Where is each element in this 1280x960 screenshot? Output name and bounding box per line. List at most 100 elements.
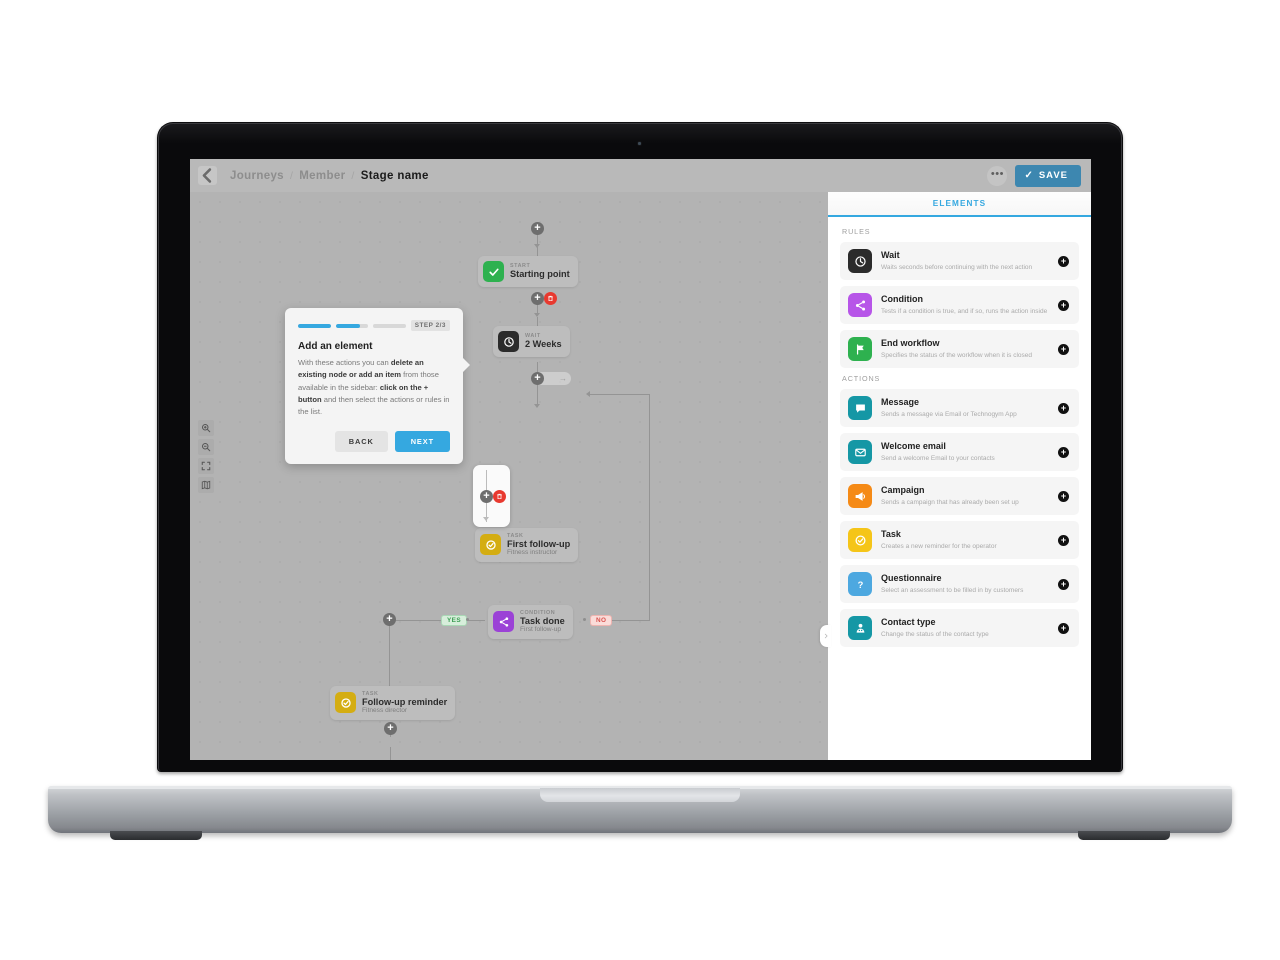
branch-label-no: NO	[590, 615, 613, 626]
breadcrumb-item-member[interactable]: Member	[299, 170, 345, 182]
next-button[interactable]: NEXT	[394, 431, 450, 453]
megaphone-icon	[848, 484, 872, 508]
zoom-in-icon	[202, 424, 211, 433]
element-title: Campaign	[881, 484, 925, 495]
element-title: Welcome email	[881, 440, 946, 451]
add-element-button[interactable]: +	[1058, 578, 1069, 590]
add-node-button[interactable]: +	[384, 722, 397, 735]
question-icon: ?	[848, 572, 872, 596]
workflow-canvas[interactable]: START Starting point WAIT 2 Weeks TASK F…	[190, 192, 828, 760]
node-title: First follow-up	[507, 539, 571, 550]
connector-yes-line	[389, 620, 485, 622]
app-screen: Journeys / Member / Stage name ••• ✓ SAV…	[190, 159, 1091, 760]
element-text: End workflow Specifies the status of the …	[881, 338, 1049, 360]
add-node-button[interactable]: +	[383, 613, 396, 626]
element-row-wait[interactable]: Wait Waits seconds before continuing with…	[840, 242, 1079, 280]
tooltip-actions: BACK NEXT	[298, 431, 450, 453]
element-text: Wait Waits seconds before continuing with…	[881, 250, 1049, 272]
chevron-left-icon	[202, 168, 212, 183]
node-title: Starting point	[510, 269, 570, 280]
element-description: Change the status of the contact type	[881, 630, 989, 638]
chevron-right-icon	[824, 633, 827, 639]
node-task-follow-up-reminder[interactable]: TASK Follow-up reminder Fitness director	[330, 686, 456, 720]
element-row-welcome-email[interactable]: Welcome email Send a welcome Email to you…	[840, 433, 1079, 471]
element-row-message[interactable]: Message Sends a message via Email or Tech…	[840, 389, 1079, 427]
laptop-mockup: Journeys / Member / Stage name ••• ✓ SAV…	[0, 0, 1280, 960]
zoom-out-icon	[202, 443, 211, 452]
step-badge: STEP 2/3	[410, 320, 450, 331]
delete-node-button[interactable]	[544, 292, 557, 305]
check-icon: ✓	[1024, 170, 1034, 181]
contact-type-icon	[848, 616, 872, 640]
add-element-button[interactable]: +	[1058, 622, 1069, 634]
element-row-end-workflow[interactable]: End workflow Specifies the status of the …	[840, 330, 1079, 368]
canvas-toolbar	[198, 420, 214, 493]
element-text: Welcome email Send a welcome Email to you…	[881, 441, 1049, 463]
check-icon	[483, 261, 504, 282]
condition-icon	[493, 611, 514, 633]
task-check-icon	[848, 528, 872, 552]
connector-arrow	[483, 517, 489, 521]
node-condition-task-done-1[interactable]: CONDITION Task done First follow-up	[488, 605, 573, 639]
minimap-icon	[201, 480, 211, 490]
element-text: Contact type Change the status of the con…	[881, 617, 1049, 639]
element-title: Message	[881, 396, 920, 407]
node-task-first-follow-up[interactable]: TASK First follow-up Fitness instructor	[475, 528, 579, 562]
element-description: Sends a message via Email or Technogym A…	[881, 410, 1017, 418]
element-row-task[interactable]: Task Creates a new reminder for the opera…	[840, 521, 1079, 559]
zoom-out-button[interactable]	[198, 439, 214, 455]
element-title: Wait	[881, 249, 900, 260]
tooltip-body: With these actions you can delete an exi…	[298, 358, 450, 417]
element-row-campaign[interactable]: Campaign Sends a campaign that has alread…	[840, 477, 1079, 515]
add-element-button[interactable]: +	[1058, 343, 1069, 355]
clock-icon	[848, 249, 872, 273]
element-title: Questionnaire	[881, 572, 942, 583]
add-element-button[interactable]: +	[1058, 299, 1069, 311]
more-options-button[interactable]: •••	[987, 165, 1008, 186]
element-title: Condition	[881, 293, 923, 304]
element-text: Message Sends a message via Email or Tech…	[881, 397, 1049, 419]
element-description: Creates a new reminder for the operator	[881, 542, 997, 550]
node-start[interactable]: START Starting point	[478, 256, 578, 287]
node-wait[interactable]: WAIT 2 Weeks	[493, 326, 570, 357]
add-element-button[interactable]: +	[1058, 534, 1069, 546]
back-button[interactable]: BACK	[334, 431, 388, 453]
add-element-button[interactable]: +	[1058, 255, 1069, 267]
breadcrumb-separator: /	[289, 169, 294, 182]
delete-node-button-highlighted[interactable]	[493, 490, 506, 503]
progress-segment-3	[373, 323, 406, 328]
add-node-button-highlighted[interactable]: +	[480, 490, 493, 503]
element-description: Send a welcome Email to your contacts	[881, 454, 995, 462]
zoom-in-button[interactable]	[198, 420, 214, 436]
flag-icon	[848, 337, 872, 361]
elements-panel: ELEMENTS RULES Wait Waits seconds before c…	[828, 192, 1091, 760]
envelope-icon	[848, 440, 872, 464]
element-text: Condition Tests if a condition is true, a…	[881, 294, 1049, 316]
node-title: 2 Weeks	[525, 339, 562, 350]
add-node-button[interactable]: +	[531, 372, 544, 385]
add-element-button[interactable]: +	[1058, 446, 1069, 458]
add-node-button[interactable]: +	[531, 222, 544, 235]
laptop-foot	[1078, 831, 1170, 840]
minimap-button[interactable]	[198, 477, 214, 493]
panel-collapse-handle[interactable]	[820, 625, 831, 647]
tab-elements[interactable]: ELEMENTS	[828, 192, 1091, 217]
connector-arrow	[586, 391, 590, 397]
connector-arrow	[534, 404, 540, 408]
laptop-foot	[110, 831, 202, 840]
fit-screen-icon	[201, 461, 211, 471]
element-description: Waits seconds before continuing with the…	[881, 263, 1033, 271]
add-element-button[interactable]: +	[1058, 402, 1069, 414]
save-button[interactable]: ✓ SAVE	[1015, 164, 1081, 187]
element-description: Sends a campaign that has already been s…	[881, 498, 1019, 506]
breadcrumb-item-journeys[interactable]: Journeys	[230, 170, 284, 182]
fit-screen-button[interactable]	[198, 458, 214, 474]
element-title: Task	[881, 528, 901, 539]
add-element-button[interactable]: +	[1058, 490, 1069, 502]
back-button[interactable]	[198, 166, 217, 185]
element-row-contact-type[interactable]: Contact type Change the status of the con…	[840, 609, 1079, 647]
element-row-condition[interactable]: Condition Tests if a condition is true, a…	[840, 286, 1079, 324]
element-row-questionnaire[interactable]: ? Questionnaire Select an assessment to be…	[840, 565, 1079, 603]
branch-label-yes: YES	[441, 615, 467, 626]
add-node-button[interactable]: +	[531, 292, 544, 305]
